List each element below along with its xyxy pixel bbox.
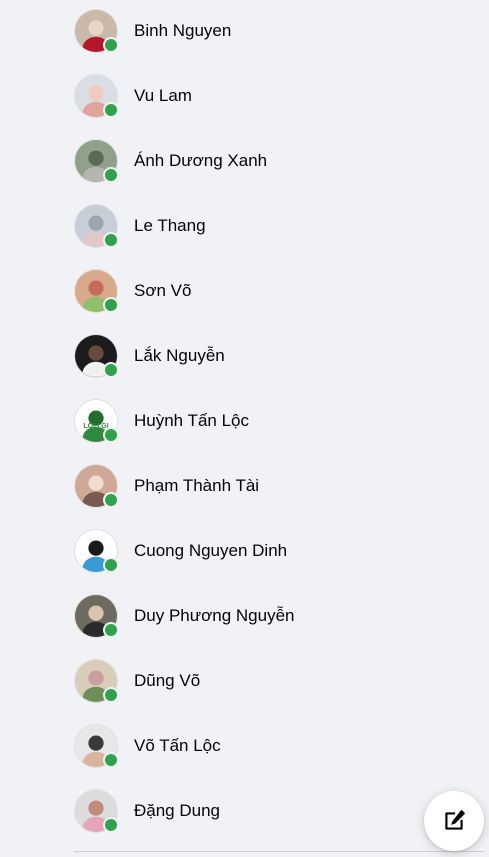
contact-name: Cuong Nguyen Dinh xyxy=(134,540,288,560)
online-status-indicator xyxy=(103,231,119,248)
online-status-indicator xyxy=(103,816,119,833)
contact-name: Duy Phương Nguyễn xyxy=(134,605,295,625)
contact-row[interactable]: Võ Tấn Lộc xyxy=(66,713,486,778)
contact-name: Võ Tấn Lộc xyxy=(134,735,221,755)
contact-name: Huỳnh Tấn Lộc xyxy=(134,410,249,430)
contact-name: Đặng Dung xyxy=(134,800,221,820)
avatar-wrapper xyxy=(74,593,119,638)
contact-row[interactable]: Vu Lam xyxy=(66,63,486,128)
avatar-wrapper xyxy=(74,268,119,313)
contact-name: Vu Lam xyxy=(134,85,192,105)
contact-name: Le Thang xyxy=(134,215,206,235)
divider xyxy=(74,851,484,852)
contact-row[interactable]: Dũng Võ xyxy=(66,648,486,713)
contact-name: Sơn Võ xyxy=(134,280,192,300)
avatar-wrapper xyxy=(74,138,119,183)
avatar-wrapper xyxy=(74,8,119,53)
online-status-indicator xyxy=(103,36,119,53)
online-status-indicator xyxy=(103,426,119,443)
contact-row[interactable]: LOLI GI Huỳnh Tấn Lộc xyxy=(66,388,486,453)
avatar-wrapper xyxy=(74,658,119,703)
contact-name: Ánh Dương Xanh xyxy=(134,150,268,170)
contact-name: Phạm Thành Tài xyxy=(134,475,260,495)
online-status-indicator xyxy=(103,166,119,183)
online-status-indicator xyxy=(103,556,119,573)
contact-name: Binh Nguyen xyxy=(134,20,232,40)
contacts-panel: Binh Nguyen Vu Lam Ánh Dương Xanh Le Thang S… xyxy=(0,0,489,857)
online-status-indicator xyxy=(103,296,119,313)
contact-row[interactable]: Sơn Võ xyxy=(66,258,486,323)
online-status-indicator xyxy=(103,101,119,118)
contact-list: Binh Nguyen Vu Lam Ánh Dương Xanh Le Thang S… xyxy=(66,0,486,843)
online-status-indicator xyxy=(103,491,119,508)
new-message-button[interactable] xyxy=(424,791,484,851)
online-status-indicator xyxy=(103,621,119,638)
contact-row[interactable]: Đặng Dung xyxy=(66,778,486,843)
avatar-wrapper xyxy=(74,203,119,248)
contact-row[interactable]: Lắk Nguyễn xyxy=(66,323,486,388)
contact-row[interactable]: Phạm Thành Tài xyxy=(66,453,486,518)
avatar-wrapper xyxy=(74,528,119,573)
avatar-wrapper xyxy=(74,333,119,378)
avatar-wrapper xyxy=(74,723,119,768)
contact-row[interactable]: Duy Phương Nguyễn xyxy=(66,583,486,648)
online-status-indicator xyxy=(103,361,119,378)
online-status-indicator xyxy=(103,751,119,768)
contact-name: Lắk Nguyễn xyxy=(134,345,225,365)
contact-row[interactable]: Le Thang xyxy=(66,193,486,258)
avatar-wrapper xyxy=(74,788,119,833)
avatar-wrapper xyxy=(74,73,119,118)
contact-row[interactable]: Cuong Nguyen Dinh xyxy=(66,518,486,583)
avatar-wrapper xyxy=(74,463,119,508)
contact-row[interactable]: Binh Nguyen xyxy=(66,0,486,63)
avatar-wrapper: LOLI GI xyxy=(74,398,119,443)
contact-row[interactable]: Ánh Dương Xanh xyxy=(66,128,486,193)
online-status-indicator xyxy=(103,686,119,703)
contact-name: Dũng Võ xyxy=(134,670,201,690)
compose-icon xyxy=(445,810,465,830)
